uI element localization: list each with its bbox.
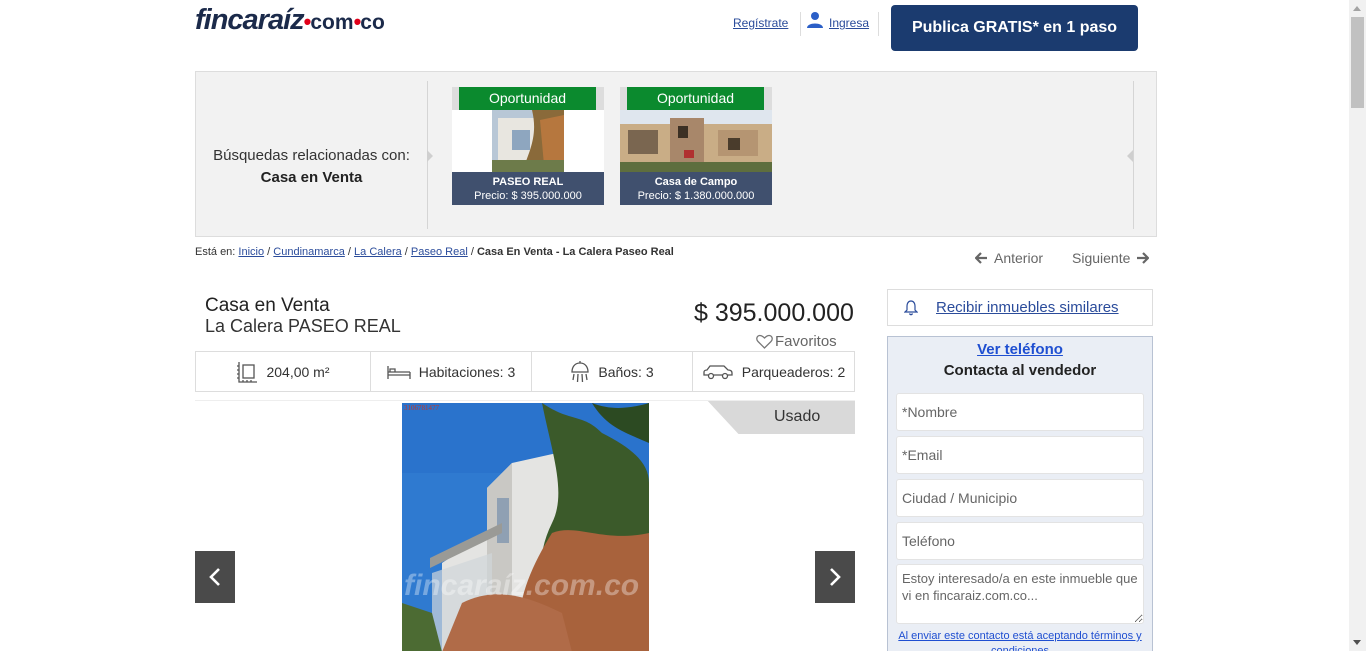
breadcrumb-current: Casa En Venta - La Calera Paseo Real <box>476 246 674 258</box>
related-prev-arrow-icon[interactable] <box>427 150 433 162</box>
similar-alerts-box[interactable]: Recibir inmuebles similares <box>887 289 1153 326</box>
breadcrumb-link-paseo-real[interactable]: Paseo Real <box>411 246 468 258</box>
favorites-button[interactable]: Favoritos <box>756 333 837 350</box>
page: fincaraíz•com•co Regístrate Ingresa Publ… <box>0 0 1366 651</box>
opportunity-badge: Oportunidad <box>627 87 764 110</box>
register-link[interactable]: Regístrate <box>733 16 788 30</box>
arrow-left-icon <box>975 252 987 264</box>
listing-price: $ 395.000.000 <box>694 299 854 327</box>
terms-link[interactable]: Al enviar este contacto está aceptando t… <box>888 629 1152 651</box>
feature-baths-value: Baños: 3 <box>598 363 654 380</box>
breadcrumb-sep: / <box>347 246 351 258</box>
breadcrumb-sep: / <box>470 246 474 258</box>
listing-photo[interactable]: 3106781477 fincaraíz.com.co <box>402 403 649 651</box>
scroll-up-icon[interactable] <box>1353 6 1361 11</box>
related-next-arrow-icon[interactable] <box>1127 150 1133 162</box>
phone-field[interactable] <box>896 522 1144 560</box>
scroll-down-icon[interactable] <box>1353 640 1361 645</box>
previous-listing-link[interactable]: Anterior <box>975 250 1043 266</box>
condition-label: Usado <box>774 408 821 425</box>
listing-title: Casa en Venta <box>205 295 330 316</box>
feature-area-value: 204,00 m² <box>266 363 330 380</box>
gallery-next-button[interactable] <box>815 551 855 603</box>
breadcrumb-link-la-calera[interactable]: La Calera <box>354 246 402 258</box>
related-card-title: PASEO REAL <box>492 176 564 188</box>
publish-button[interactable]: Publica GRATIS* en 1 paso <box>891 5 1138 51</box>
feature-parking: Parqueaderos: 2 <box>693 352 854 391</box>
photo-number-label: 3106781477 <box>404 404 439 412</box>
chevron-right-icon <box>830 568 841 586</box>
related-card-caption: PASEO REAL Precio: $ 395.000.000 <box>452 172 604 205</box>
photo-gallery: 3106781477 fincaraíz.com.co Usado <box>195 400 855 651</box>
related-query: Casa en Venta <box>260 169 363 186</box>
gallery-prev-button[interactable] <box>195 551 235 603</box>
breadcrumb-sep: / <box>267 246 271 258</box>
logo-domain: com <box>310 11 354 34</box>
message-field[interactable] <box>896 564 1144 624</box>
previous-label: Anterior <box>994 250 1044 266</box>
contact-title: Contacta al vendedor <box>943 362 1097 379</box>
listing-photo-image <box>402 403 649 651</box>
breadcrumb-sep: / <box>404 246 408 258</box>
listing-subtitle: La Calera PASEO REAL <box>205 316 401 336</box>
header-divider-2 <box>878 12 879 36</box>
feature-rooms: Habitaciones: 3 <box>371 352 532 391</box>
related-card-title: Casa de Campo <box>654 176 738 188</box>
area-icon <box>237 361 258 383</box>
photo-watermark: fincaraíz.com.co <box>404 569 640 602</box>
contact-form: Ver teléfono Contacta al vendedor Al env… <box>887 336 1153 651</box>
related-card-photo <box>620 110 772 172</box>
related-searches: Búsquedas relacionadas con: Casa en Vent… <box>195 71 1157 237</box>
bell-icon <box>904 299 918 315</box>
show-phone-link[interactable]: Ver teléfono <box>888 341 1152 358</box>
feature-rooms-value: Habitaciones: 3 <box>418 363 516 380</box>
user-icon[interactable] <box>806 11 824 29</box>
related-card-price: Precio: $ 395.000.000 <box>474 190 582 202</box>
shower-icon <box>571 360 590 382</box>
related-label-text: Búsquedas relacionadas con: <box>213 147 410 164</box>
feature-area: 204,00 m² <box>196 352 371 391</box>
page-scrollbar[interactable] <box>1349 0 1366 651</box>
related-card-photo <box>452 110 604 172</box>
heart-icon <box>756 334 773 349</box>
related-card[interactable]: Oportunidad PASEO REAL Precio: $ 395.000… <box>452 87 604 205</box>
feature-baths: Baños: 3 <box>532 352 693 391</box>
city-field[interactable] <box>896 479 1144 517</box>
login-link[interactable]: Ingresa <box>829 16 869 30</box>
car-icon <box>703 364 733 379</box>
name-field[interactable] <box>896 393 1144 431</box>
opportunity-badge: Oportunidad <box>459 87 596 110</box>
related-card-price: Precio: $ 1.380.000.000 <box>637 190 755 202</box>
bed-icon <box>387 365 411 379</box>
feature-parking-value: Parqueaderos: 2 <box>741 363 846 380</box>
related-card[interactable]: Oportunidad Casa de Campo Precio: $ 1.38… <box>620 87 772 205</box>
email-field[interactable] <box>896 436 1144 474</box>
scroll-thumb[interactable] <box>1351 17 1364 108</box>
breadcrumb-link-inicio[interactable]: Inicio <box>238 246 264 258</box>
features-bar: 204,00 m² Habitaciones: 3 Baños: 3 Parqu… <box>195 351 855 392</box>
breadcrumb-prefix: Está en: <box>195 246 236 258</box>
related-searches-label: Búsquedas relacionadas con: Casa en Vent… <box>196 145 427 189</box>
site-logo[interactable]: fincaraíz•com•co <box>195 4 385 37</box>
logo-tld: co <box>360 11 385 34</box>
next-listing-link[interactable]: Siguiente <box>1072 250 1150 266</box>
header-divider <box>800 12 801 36</box>
chevron-left-icon <box>209 568 220 586</box>
arrow-right-icon <box>1137 252 1150 264</box>
next-label: Siguiente <box>1072 250 1131 266</box>
breadcrumb-link-cundinamarca[interactable]: Cundinamarca <box>273 246 345 258</box>
favorites-label: Favoritos <box>775 333 837 350</box>
logo-wordmark: fincaraíz <box>195 4 305 36</box>
similar-alerts-link[interactable]: Recibir inmuebles similares <box>936 299 1119 316</box>
breadcrumb: Está en: Inicio / Cundinamarca / La Cale… <box>195 246 674 258</box>
related-card-caption: Casa de Campo Precio: $ 1.380.000.000 <box>620 172 772 205</box>
related-divider-right <box>1133 81 1134 229</box>
